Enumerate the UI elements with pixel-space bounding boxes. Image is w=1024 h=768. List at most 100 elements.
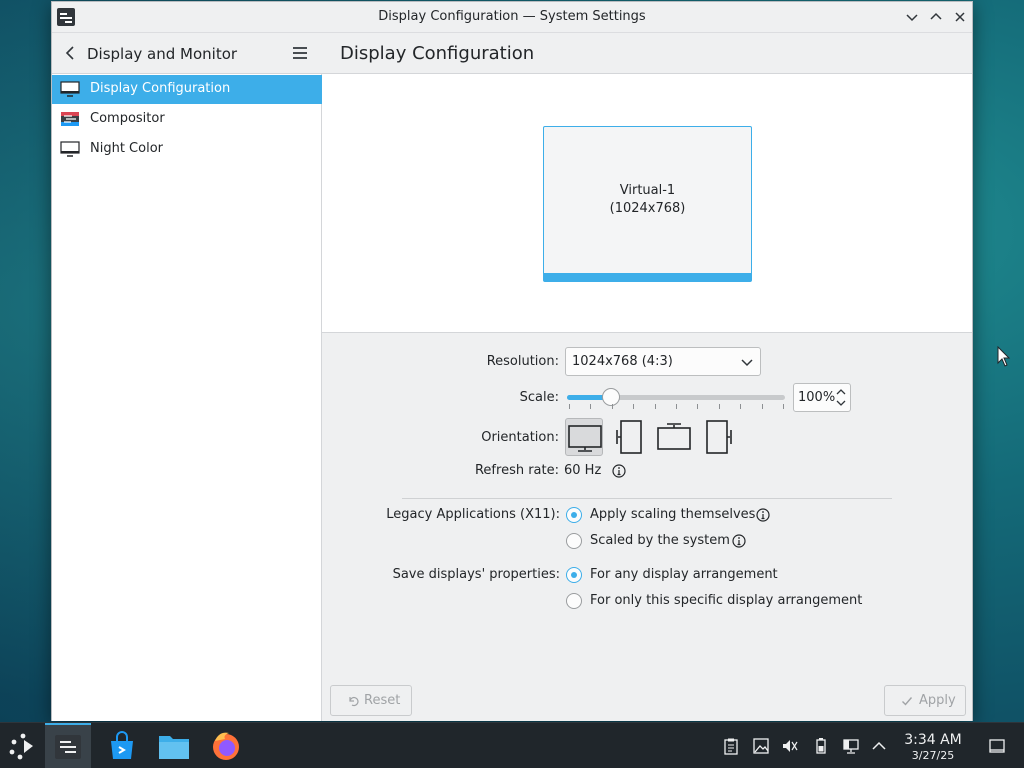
scale-value: 100% — [798, 390, 836, 405]
monitor-icon — [60, 81, 80, 97]
scale-slider-tick — [569, 404, 570, 409]
chevron-up-icon — [930, 12, 942, 20]
sidebar-header: Display and Monitor — [52, 33, 322, 74]
show-desktop-icon[interactable] — [988, 737, 1006, 755]
minimize-button[interactable] — [903, 8, 921, 26]
monitor-flipped-icon — [657, 423, 691, 450]
radio-apply-scaling-themselves[interactable] — [566, 507, 582, 523]
sidebar-item-compositor[interactable]: Compositor — [52, 105, 322, 134]
window-titlebar[interactable]: Display Configuration — System Settings — [52, 2, 972, 33]
scale-slider[interactable] — [567, 395, 785, 400]
network-icon[interactable] — [842, 737, 860, 755]
chevron-down-icon — [741, 359, 753, 367]
orientation-label: Orientation: — [481, 430, 559, 445]
system-settings-icon — [55, 735, 81, 759]
screenshot-icon[interactable] — [752, 737, 770, 755]
maximize-button[interactable] — [927, 8, 945, 26]
close-button[interactable] — [951, 8, 969, 26]
reset-button[interactable]: Reset — [330, 685, 412, 716]
resolution-label: Resolution: — [486, 354, 559, 369]
close-icon — [955, 12, 965, 22]
battery-icon[interactable] — [812, 737, 830, 755]
chevron-up-icon[interactable] — [835, 387, 847, 397]
expand-tray-icon[interactable] — [870, 737, 888, 755]
system-settings-window: Display Configuration — System Settings … — [51, 1, 973, 721]
taskbar-app-system-settings[interactable] — [45, 723, 91, 768]
scale-slider-tick — [697, 404, 698, 409]
hamburger-icon — [293, 47, 307, 59]
scale-slider-tick — [783, 404, 784, 409]
info-icon[interactable] — [612, 464, 626, 478]
compositor-icon — [61, 112, 79, 126]
scale-slider-tick — [676, 404, 677, 409]
info-icon[interactable] — [732, 534, 746, 548]
radio-label-apply-scaling[interactable]: Apply scaling themselves — [590, 507, 755, 522]
scale-slider-tick — [655, 404, 656, 409]
chevron-left-icon — [65, 46, 74, 60]
apply-button-label: Apply — [919, 693, 956, 708]
monitor-portrait-left-icon — [616, 420, 642, 454]
volume-muted-icon[interactable] — [781, 737, 799, 755]
refresh-rate-value: 60 Hz — [564, 463, 602, 478]
hamburger-menu-button[interactable] — [291, 44, 309, 62]
clipboard-icon[interactable] — [722, 737, 740, 755]
firefox-icon — [213, 732, 239, 760]
scale-slider-tick — [612, 404, 613, 409]
save-displays-properties-label: Save displays' properties: — [392, 567, 560, 582]
scale-slider-tick — [719, 404, 720, 409]
sidebar-title: Display and Monitor — [87, 45, 238, 63]
refresh-rate-label: Refresh rate: — [474, 463, 559, 478]
undo-icon — [349, 696, 359, 707]
sidebar-item-display-configuration[interactable]: Display Configuration — [52, 75, 322, 104]
taskbar-app-firefox[interactable] — [203, 723, 249, 768]
sidebar-item-night-color[interactable]: Night Color — [52, 135, 322, 164]
monitor-icon — [60, 141, 80, 157]
radio-scaled-by-system[interactable] — [566, 533, 582, 549]
separator — [402, 498, 892, 499]
scale-slider-tick — [590, 404, 591, 409]
scale-slider-tick — [633, 404, 634, 409]
orientation-flipped-button[interactable] — [655, 418, 693, 456]
monitor-primary-bar — [544, 273, 751, 281]
resolution-dropdown[interactable]: 1024x768 (4:3) — [565, 347, 761, 376]
monitor-resolution: (1024x768) — [609, 201, 686, 216]
scale-label: Scale: — [519, 390, 559, 405]
monitor-preview-virtual-1[interactable]: Virtual-1 (1024x768) — [543, 126, 752, 282]
radio-label-specific-arrangement[interactable]: For only this specific display arrangeme… — [590, 593, 862, 608]
display-preview-area: Virtual-1 (1024x768) — [322, 74, 972, 333]
sidebar-item-label: Compositor — [90, 111, 165, 126]
page-title: Display Configuration — [340, 43, 535, 64]
scale-spinbox[interactable]: 100% — [793, 383, 851, 412]
radio-label-any-arrangement[interactable]: For any display arrangement — [590, 567, 778, 582]
taskbar-app-dolphin[interactable] — [151, 723, 197, 768]
main-header: Display Configuration — [322, 33, 972, 74]
discover-store-icon — [111, 731, 133, 759]
scale-slider-handle[interactable] — [602, 388, 620, 406]
monitor-name: Virtual-1 — [619, 183, 676, 198]
orientation-landscape-button[interactable] — [565, 418, 603, 456]
orientation-portrait-left-button[interactable] — [611, 418, 649, 456]
scale-slider-tick — [762, 404, 763, 409]
apply-button[interactable]: Apply — [884, 685, 966, 716]
folder-icon — [159, 736, 189, 759]
resolution-value: 1024x768 (4:3) — [572, 354, 673, 369]
monitor-portrait-right-icon — [706, 420, 732, 454]
chevron-down-icon[interactable] — [835, 398, 847, 408]
reset-button-label: Reset — [364, 693, 401, 708]
info-icon[interactable] — [756, 508, 770, 522]
window-title: Display Configuration — System Settings — [378, 9, 646, 24]
application-launcher-button[interactable] — [0, 723, 46, 768]
clock-time[interactable]: 3:34 AM — [898, 732, 968, 748]
orientation-portrait-right-button[interactable] — [699, 418, 737, 456]
taskbar: 3:34 AM 3/27/25 — [0, 722, 1024, 768]
radio-any-display-arrangement[interactable] — [566, 567, 582, 583]
legacy-applications-label: Legacy Applications (X11): — [386, 507, 560, 522]
taskbar-app-discover[interactable] — [99, 723, 145, 768]
scale-slider-tick — [740, 404, 741, 409]
back-button[interactable] — [62, 44, 80, 62]
radio-specific-display-arrangement[interactable] — [566, 593, 582, 609]
checkmark-icon — [902, 697, 913, 706]
main-panel: Display Configuration Virtual-1 (1024x76… — [322, 33, 972, 721]
clock-date[interactable]: 3/27/25 — [898, 749, 968, 762]
radio-label-scaled-by-system[interactable]: Scaled by the system — [590, 533, 730, 548]
